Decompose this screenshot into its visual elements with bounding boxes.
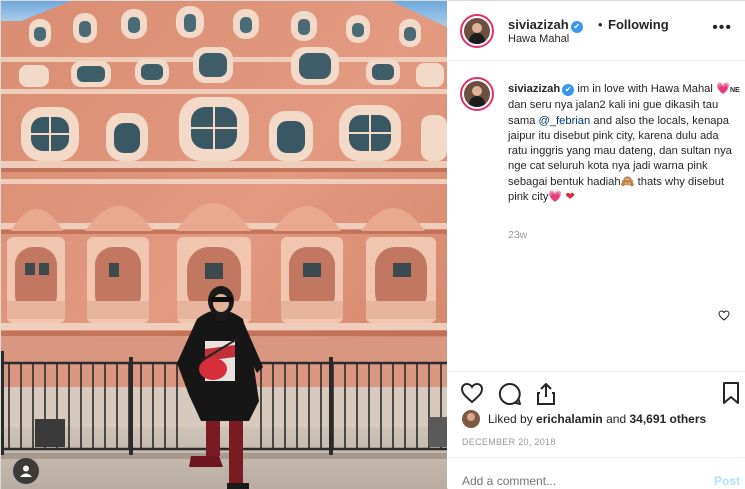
post-photo[interactable] — [1, 1, 447, 489]
heart-icon[interactable] — [460, 382, 484, 404]
author-avatar[interactable] — [460, 14, 494, 48]
verified-badge-icon: ✔ — [570, 21, 583, 33]
like-caption-heart-icon[interactable] — [718, 310, 730, 321]
liker-avatar — [462, 410, 480, 428]
likes-count[interactable]: 34,691 others — [629, 412, 706, 426]
share-icon[interactable] — [534, 382, 558, 406]
heart-emoji: ❤ — [565, 191, 575, 204]
post-date: DECEMBER 20, 2018 — [462, 437, 556, 447]
add-comment-bar: Post — [448, 457, 745, 489]
post-caption: siviazizah ✔ im in love with Hawa Mahal 💗… — [508, 82, 740, 205]
author-username[interactable]: siviazizah ✔ — [508, 17, 583, 33]
ne-label: NE — [729, 87, 740, 94]
comments-area: siviazizah ✔ im in love with Hawa Mahal 💗… — [448, 62, 745, 370]
more-options-icon[interactable]: ••• — [712, 20, 732, 36]
liker-username[interactable]: erichalamin — [536, 412, 603, 426]
mention-link[interactable]: @_febrian — [538, 115, 590, 127]
person-icon — [20, 465, 32, 477]
following-button[interactable]: Following — [608, 17, 669, 32]
comment-icon[interactable] — [498, 382, 522, 406]
post-comment-button[interactable]: Post — [714, 474, 740, 488]
verified-badge-icon: ✔ — [562, 84, 575, 96]
post-side-panel: siviazizah ✔ • Following Hawa Mahal ••• s… — [448, 1, 745, 489]
likes-prefix: Liked by — [488, 412, 533, 426]
post-header: siviazizah ✔ • Following Hawa Mahal ••• — [448, 1, 745, 61]
comment-input[interactable] — [462, 474, 682, 488]
heart-emoji: 💗 — [716, 83, 730, 95]
caption-username[interactable]: siviazizah — [508, 83, 560, 95]
bookmark-icon[interactable] — [722, 382, 740, 404]
likes-and: and — [606, 412, 627, 426]
likes-summary[interactable]: Liked by erichalamin and 34,691 others — [462, 409, 706, 429]
caption-text: im in love with Hawa Mahal — [577, 83, 713, 95]
instagram-post: siviazizah ✔ • Following Hawa Mahal ••• s… — [0, 0, 745, 489]
see-no-evil-emoji: 🙈 — [620, 175, 635, 188]
heart-emoji: 💗 — [548, 191, 563, 204]
caption-time-ago: 23w — [508, 229, 528, 241]
header-separator: • — [598, 17, 603, 32]
user-tag-icon[interactable] — [13, 458, 39, 484]
location-link[interactable]: Hawa Mahal — [508, 33, 569, 45]
hawa-mahal-photo — [1, 1, 447, 489]
caption-author-avatar[interactable] — [460, 77, 494, 111]
action-bar — [448, 371, 745, 411]
